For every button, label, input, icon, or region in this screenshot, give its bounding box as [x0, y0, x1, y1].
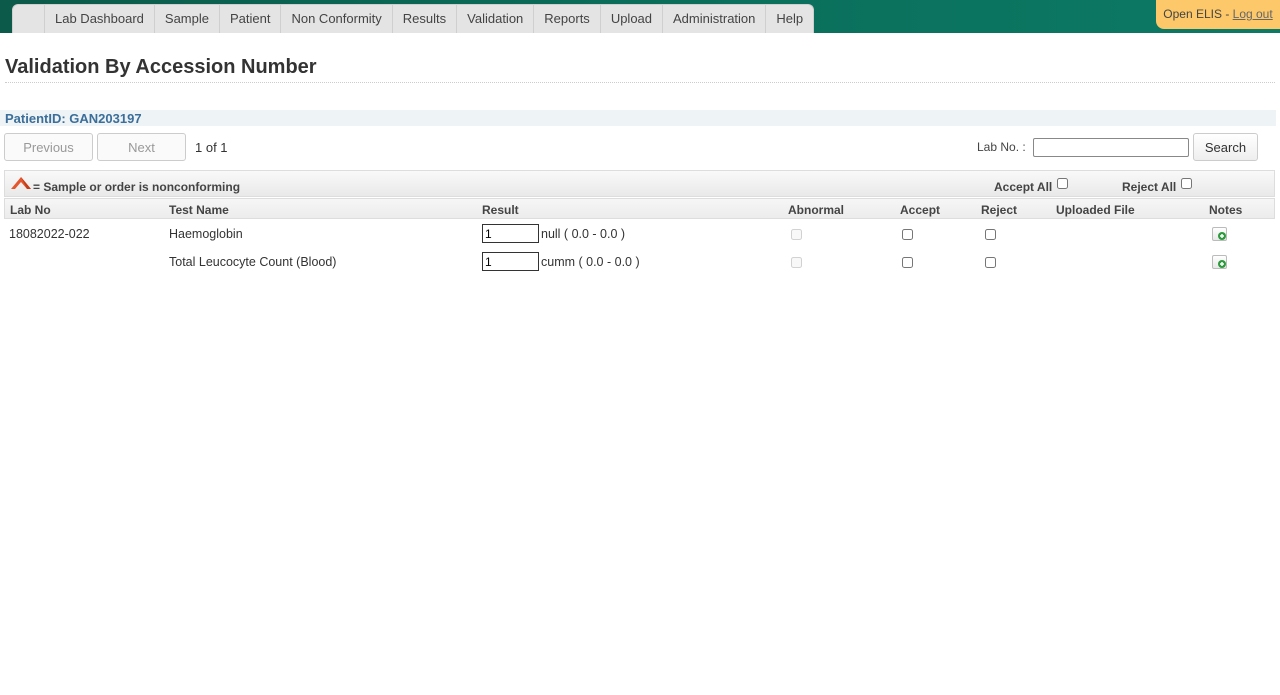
- lab-no-input[interactable]: [1033, 138, 1189, 157]
- header-test-name: Test Name: [169, 203, 229, 217]
- user-box: Open ELIS - Log out: [1156, 0, 1280, 29]
- page-status: 1 of 1: [195, 140, 228, 155]
- header-accept: Accept: [900, 203, 941, 217]
- test-name-cell: Total Leucocyte Count (Blood): [169, 255, 337, 269]
- header-reject: Reject: [981, 203, 1018, 217]
- legend-bar: = Sample or order is nonconforming Accep…: [4, 170, 1275, 197]
- reject-all-label: Reject All: [1122, 180, 1177, 194]
- top-bar: Lab Dashboard Sample Patient Non Conform…: [0, 0, 1280, 33]
- reject-all-checkbox[interactable]: [1181, 178, 1192, 189]
- nav-home-spacer: [13, 5, 45, 33]
- legend-text: = Sample or order is nonconforming: [33, 180, 241, 194]
- nav-lab-dashboard[interactable]: Lab Dashboard: [45, 5, 155, 33]
- nav-results[interactable]: Results: [393, 5, 458, 33]
- abnormal-checkbox: [791, 257, 802, 268]
- patient-id: PatientID: GAN203197: [5, 111, 142, 126]
- logout-link[interactable]: Log out: [1233, 7, 1273, 21]
- lab-no-cell: 18082022-022: [9, 227, 90, 241]
- header-abnormal: Abnormal: [788, 203, 845, 217]
- nav-non-conformity[interactable]: Non Conformity: [281, 5, 393, 33]
- header-notes: Notes: [1209, 203, 1243, 217]
- nav-sample[interactable]: Sample: [155, 5, 220, 33]
- reject-checkbox[interactable]: [985, 229, 996, 240]
- title-divider: [5, 82, 1275, 83]
- patient-bar: [0, 110, 1276, 126]
- table-header: Lab No Test Name Result Abnormal Accept …: [4, 198, 1275, 219]
- app-name: Open ELIS -: [1163, 7, 1233, 21]
- previous-button[interactable]: Previous: [4, 133, 93, 161]
- main-nav: Lab Dashboard Sample Patient Non Conform…: [12, 4, 815, 33]
- accept-checkbox[interactable]: [902, 229, 913, 240]
- header-result: Result: [482, 203, 519, 217]
- page-title: Validation By Accession Number: [5, 56, 317, 78]
- accept-all-checkbox[interactable]: [1057, 178, 1068, 189]
- test-name-cell: Haemoglobin: [169, 227, 243, 241]
- result-input[interactable]: [482, 224, 539, 243]
- nonconforming-flag-icon: [11, 177, 31, 189]
- reject-checkbox[interactable]: [985, 257, 996, 268]
- nav-administration[interactable]: Administration: [663, 5, 767, 33]
- nav-patient[interactable]: Patient: [220, 5, 282, 33]
- nav-upload[interactable]: Upload: [601, 5, 664, 33]
- accept-all-label: Accept All: [994, 180, 1053, 194]
- nav-help[interactable]: Help: [766, 5, 813, 33]
- abnormal-checkbox: [791, 229, 802, 240]
- header-lab-no: Lab No: [10, 203, 51, 217]
- search-button[interactable]: Search: [1193, 133, 1258, 161]
- result-range: null ( 0.0 - 0.0 ): [541, 227, 626, 241]
- header-uploaded-file: Uploaded File: [1056, 203, 1135, 217]
- nav-reports[interactable]: Reports: [534, 5, 601, 33]
- result-range: cumm ( 0.0 - 0.0 ): [541, 255, 640, 269]
- next-button[interactable]: Next: [97, 133, 186, 161]
- add-note-icon[interactable]: [1212, 227, 1227, 241]
- lab-no-label: Lab No. :: [977, 140, 1026, 154]
- nav-validation[interactable]: Validation: [457, 5, 535, 33]
- result-input[interactable]: [482, 252, 539, 271]
- accept-checkbox[interactable]: [902, 257, 913, 268]
- add-note-icon[interactable]: [1212, 255, 1227, 269]
